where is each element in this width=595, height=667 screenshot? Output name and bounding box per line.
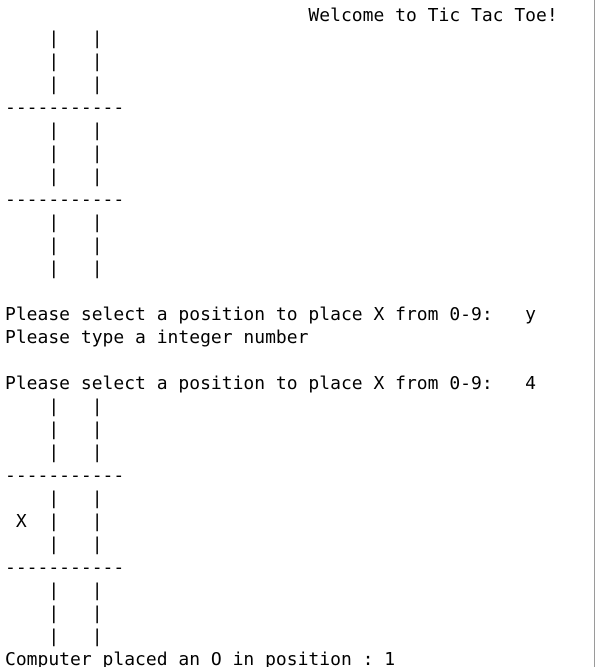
input-prompt: Please select a position to place X from… [5,373,537,394]
board-separator: ----------- [5,465,125,486]
board-separator: ----------- [5,189,125,210]
board-line: | | [5,580,103,601]
console-window[interactable]: Welcome to Tic Tac Toe! | | | | | | ----… [0,0,595,667]
board-line: | | [5,603,103,624]
error-message: Please type a integer number [5,327,309,348]
board-separator: ----------- [5,97,125,118]
board-line: | | [5,419,103,440]
board-line: | | [5,166,103,187]
board-line: | | [5,258,103,279]
board-line: | | [5,51,103,72]
board-line: | | [5,212,103,233]
board-line: | | [5,442,103,463]
board-separator: ----------- [5,557,125,578]
board-line: | | [5,74,103,95]
board-line: | | [5,28,103,49]
board-line: X | | [5,511,103,532]
console-output: Welcome to Tic Tac Toe! | | | | | | ----… [5,4,558,667]
board-line: | | [5,120,103,141]
board-line: | | [5,143,103,164]
board-line: | | [5,626,103,647]
computer-move-message: Computer placed an O in position : 1 [5,649,396,667]
board-line: | | [5,396,103,417]
board-line: | | [5,534,103,555]
welcome-title: Welcome to Tic Tac Toe! [5,5,558,26]
input-prompt: Please select a position to place X from… [5,304,537,325]
board-line: | | [5,488,103,509]
board-line: | | [5,235,103,256]
